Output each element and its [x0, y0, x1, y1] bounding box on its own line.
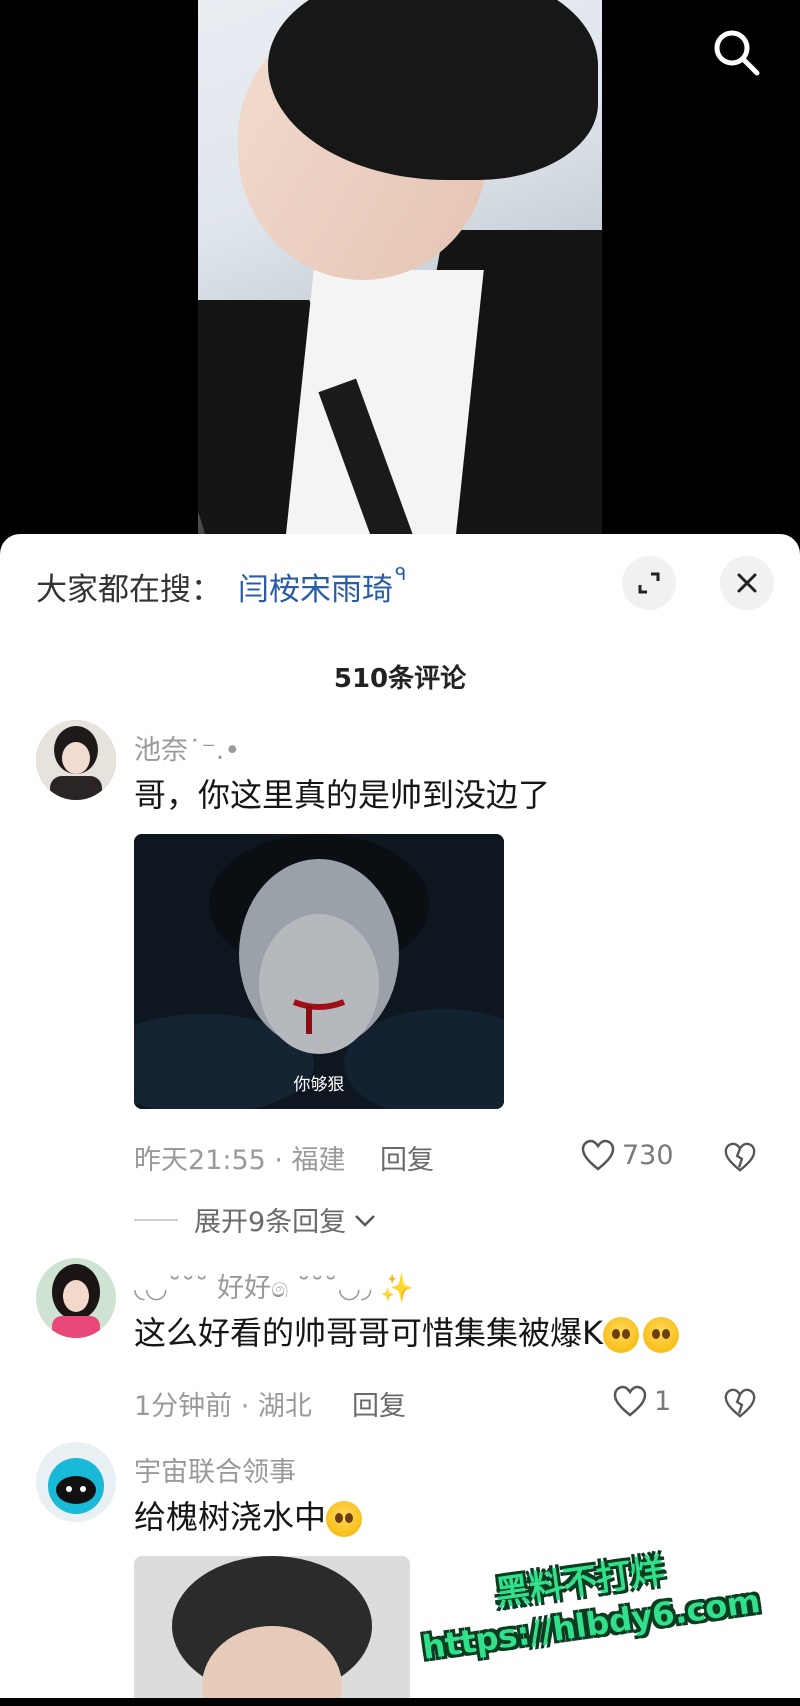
- comment-image-art: [134, 834, 504, 1109]
- chevron-down-icon: [355, 1214, 376, 1227]
- heart-icon: [613, 1385, 647, 1417]
- like-button[interactable]: 1: [612, 1384, 671, 1418]
- comment-text: 哥，你这里真的是帅到没边了: [134, 776, 551, 814]
- like-count: 1: [654, 1385, 672, 1417]
- comment-meta: 昨天21:55 · 福建: [134, 1145, 346, 1176]
- comments-count: 510条评论: [333, 664, 467, 694]
- sheet-header: 大家都在搜： 闫桉宋雨琦 ᑫ: [0, 534, 800, 630]
- comment-text: 这么好看的帅哥哥可惜集集被爆K: [134, 1308, 679, 1354]
- comment-meta: 1分钟前 · 湖北: [134, 1391, 312, 1422]
- comment-username[interactable]: 宇宙联合领事: [134, 1450, 296, 1489]
- close-icon: [737, 573, 757, 593]
- divider-line: [134, 1218, 178, 1221]
- dislike-button[interactable]: [723, 1140, 757, 1174]
- expand-replies-button[interactable]: 展开9条回复: [134, 1200, 378, 1239]
- comment-image-caption: 你够狠: [293, 1075, 345, 1095]
- broken-heart-icon: [724, 1388, 756, 1418]
- video-frame: [198, 0, 602, 540]
- dislike-button[interactable]: [723, 1386, 757, 1420]
- avatar-image: [36, 720, 116, 800]
- avatar-image: [36, 1442, 116, 1522]
- hot-search-link[interactable]: 闫桉宋雨琦 ᑫ: [238, 564, 406, 609]
- pleading-face-emoji-icon: [603, 1317, 639, 1353]
- pleading-face-emoji-icon: [643, 1317, 679, 1353]
- reply-button[interactable]: 回复: [352, 1384, 406, 1423]
- hot-search-suffix: ᑫ: [395, 564, 407, 585]
- comment-text-content: 这么好看的帅哥哥可惜集集被爆K: [134, 1314, 603, 1352]
- comment-image[interactable]: 你够狠: [134, 834, 504, 1109]
- comment-text: 给槐树浇水中: [134, 1492, 363, 1538]
- comment-text-content: 给槐树浇水中: [134, 1498, 327, 1536]
- close-button[interactable]: [720, 556, 774, 610]
- expand-icon: [638, 572, 660, 594]
- comment-image-art: [134, 1556, 410, 1698]
- avatar[interactable]: [36, 720, 116, 800]
- search-icon: [714, 30, 760, 76]
- comments-sheet: 大家都在搜： 闫桉宋雨琦 ᑫ 510条评论 池奈˙⁻.• 哥，你这里真的是帅到没…: [0, 534, 800, 1698]
- comment-image[interactable]: [134, 1556, 410, 1698]
- expand-button[interactable]: [622, 556, 676, 610]
- broken-heart-icon: [724, 1142, 756, 1172]
- like-button[interactable]: 730: [580, 1138, 674, 1172]
- avatar[interactable]: [36, 1258, 116, 1338]
- shushing-face-emoji-icon: [326, 1501, 363, 1537]
- avatar-image: [36, 1258, 116, 1338]
- comment-username[interactable]: ◟◡˘˘˘ 好好෧ ˘˘˘◡◞ ✨: [134, 1266, 414, 1305]
- comment-username[interactable]: 池奈˙⁻.•: [134, 728, 240, 767]
- search-button[interactable]: [710, 26, 762, 78]
- heart-icon: [581, 1139, 615, 1171]
- expand-replies-label: 展开9条回复: [194, 1207, 347, 1238]
- hot-search-label: 大家都在搜：: [36, 572, 222, 608]
- like-count: 730: [622, 1139, 674, 1171]
- video-player[interactable]: [0, 0, 800, 540]
- avatar[interactable]: [36, 1442, 116, 1522]
- hot-search-term: 闫桉宋雨琦: [238, 572, 393, 608]
- reply-button[interactable]: 回复: [380, 1138, 434, 1177]
